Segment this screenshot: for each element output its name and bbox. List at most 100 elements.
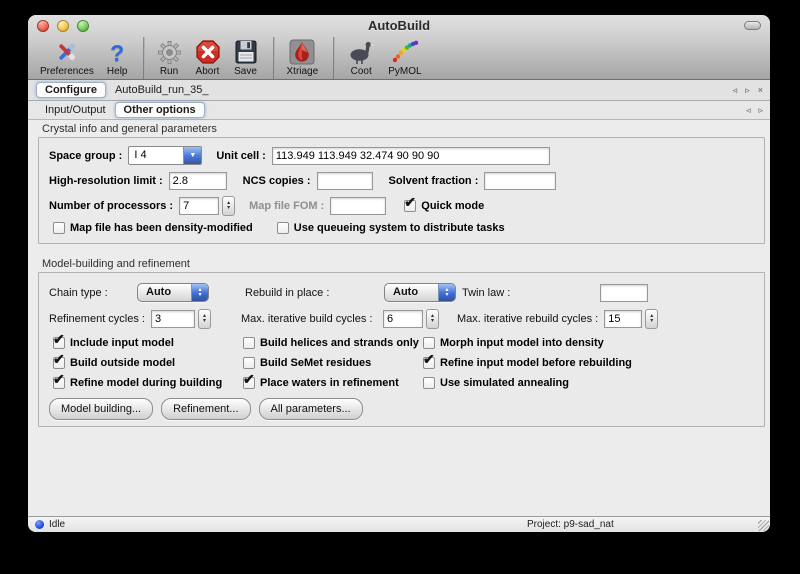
checkbox-box[interactable]: ✔ (277, 222, 289, 234)
refinement-cycles-label: Refinement cycles : (49, 313, 151, 325)
rebuild-in-place-label: Rebuild in place : (245, 287, 384, 299)
tab-input-output[interactable]: Input/Output (36, 102, 115, 118)
checkbox-box[interactable]: ✔ (53, 357, 65, 369)
abort-button[interactable]: Abort (195, 38, 221, 79)
page-forward-icon[interactable]: ▹ (758, 105, 763, 116)
rebuild-in-place-popup[interactable]: Auto ▴▾ (384, 283, 456, 302)
refinement-cycles-stepper[interactable]: ▴ ▾ (198, 309, 211, 329)
model-group-title: Model-building and refinement (42, 258, 770, 270)
map-fom-field[interactable] (330, 197, 386, 215)
chain-type-popup[interactable]: Auto ▴▾ (137, 283, 209, 302)
minimize-window-button[interactable] (57, 20, 69, 32)
checkbox-label: Refine input model before rebuilding (440, 357, 632, 369)
twin-law-field[interactable] (600, 284, 648, 302)
tab-other-options[interactable]: Other options (115, 102, 205, 118)
close-window-button[interactable] (37, 20, 49, 32)
checkbox-box[interactable]: ✔ (243, 357, 255, 369)
tab-back-icon[interactable]: ◃ (733, 85, 738, 96)
quick-mode-checkbox[interactable]: ✔ Quick mode (404, 200, 484, 212)
run-button[interactable]: Run (157, 38, 182, 79)
preferences-button[interactable]: Preferences (40, 38, 94, 79)
stepper-down-icon[interactable]: ▾ (650, 319, 653, 324)
pymol-button[interactable]: PyMOL (388, 38, 421, 79)
checkbox-box[interactable]: ✔ (423, 337, 435, 349)
space-group-combo[interactable]: I 4 ▼ (128, 146, 202, 165)
preferences-icon (54, 38, 80, 65)
toolbar-separator (143, 37, 145, 79)
unit-cell-field[interactable] (272, 147, 550, 165)
queueing-checkbox[interactable]: ✔ Use queueing system to distribute task… (277, 222, 505, 234)
run-gear-icon (157, 38, 182, 65)
build-helices-checkbox[interactable]: ✔ Build helices and strands only (243, 337, 423, 349)
refinement-button[interactable]: Refinement... (161, 398, 250, 420)
status-dot-icon (35, 520, 44, 529)
tab-autobuild-run[interactable]: AutoBuild_run_35_ (106, 82, 218, 98)
tab-configure[interactable]: Configure (36, 82, 106, 98)
popup-arrows-icon[interactable]: ▴▾ (191, 284, 208, 301)
max-rebuild-cycles-stepper[interactable]: ▴ ▾ (645, 309, 658, 329)
checkbox-box[interactable]: ✔ (243, 377, 255, 389)
resize-grip[interactable] (758, 520, 769, 531)
all-parameters-button[interactable]: All parameters... (259, 398, 363, 420)
refine-during-building-checkbox[interactable]: ✔ Refine model during building (53, 377, 243, 389)
checkbox-label: Morph input model into density (440, 337, 604, 349)
stepper-down-icon[interactable]: ▾ (203, 319, 206, 324)
unit-cell-label: Unit cell : (216, 150, 266, 162)
refine-before-rebuild-checkbox[interactable]: ✔ Refine input model before rebuilding (423, 357, 632, 369)
page-nav-controls: ◃ ▹ (746, 101, 763, 119)
checkbox-box[interactable]: ✔ (423, 357, 435, 369)
ncs-copies-label: NCS copies : (243, 175, 311, 187)
titlebar[interactable]: AutoBuild (28, 15, 770, 37)
num-processors-field[interactable] (179, 197, 219, 215)
map-fom-label: Map file FOM : (249, 200, 324, 212)
checkbox-box[interactable]: ✔ (423, 377, 435, 389)
build-outside-model-checkbox[interactable]: ✔ Build outside model (53, 357, 243, 369)
checkbox-label: Use simulated annealing (440, 377, 569, 389)
zoom-window-button[interactable] (77, 20, 89, 32)
status-bar: Idle Project: p9-sad_nat (28, 516, 770, 532)
solvent-fraction-field[interactable] (484, 172, 556, 190)
toolbar: Preferences ? Help (28, 37, 770, 79)
high-res-field[interactable] (169, 172, 227, 190)
checkbox-box[interactable]: ✔ (53, 337, 65, 349)
checkbox-box[interactable]: ✔ (53, 377, 65, 389)
queueing-label: Use queueing system to distribute tasks (294, 222, 505, 234)
popup-arrows-icon[interactable]: ▴▾ (438, 284, 455, 301)
toolbar-item-label: Abort (196, 66, 220, 77)
traffic-lights (37, 20, 89, 32)
density-modified-checkbox[interactable]: ✔ Map file has been density-modified (53, 222, 253, 234)
build-semet-checkbox[interactable]: ✔ Build SeMet residues (243, 357, 423, 369)
page-tab-bar: Input/Output Other options ◃ ▹ (28, 101, 770, 120)
refinement-cycles-field[interactable] (151, 310, 195, 328)
ncs-copies-field[interactable] (317, 172, 373, 190)
crystal-group-title: Crystal info and general parameters (42, 123, 770, 135)
num-processors-stepper[interactable]: ▴ ▾ (222, 196, 235, 216)
save-button[interactable]: Save (234, 38, 258, 79)
help-button[interactable]: ? Help (107, 38, 128, 79)
checkbox-box[interactable]: ✔ (404, 200, 416, 212)
stepper-down-icon[interactable]: ▾ (431, 319, 434, 324)
checkbox-label: Refine model during building (70, 377, 222, 389)
simulated-annealing-checkbox[interactable]: ✔ Use simulated annealing (423, 377, 569, 389)
tab-forward-icon[interactable]: ▹ (745, 85, 750, 96)
morph-model-checkbox[interactable]: ✔ Morph input model into density (423, 337, 604, 349)
toolbar-toggle-button[interactable] (744, 21, 761, 30)
model-building-button[interactable]: Model building... (49, 398, 153, 420)
stepper-down-icon[interactable]: ▾ (227, 206, 230, 211)
include-input-model-checkbox[interactable]: ✔ Include input model (53, 337, 243, 349)
checkbox-label: Build SeMet residues (260, 357, 371, 369)
options-panel: Crystal info and general parameters Spac… (28, 123, 770, 519)
chevron-down-icon[interactable]: ▼ (183, 147, 201, 164)
xtriage-button[interactable]: Xtriage (287, 38, 319, 79)
max-build-cycles-label: Max. iterative build cycles : (241, 313, 383, 325)
checkbox-box[interactable]: ✔ (53, 222, 65, 234)
max-build-cycles-field[interactable] (383, 310, 423, 328)
max-rebuild-cycles-field[interactable] (604, 310, 642, 328)
tab-close-icon[interactable]: × (758, 85, 763, 95)
abort-icon (195, 38, 221, 65)
checkbox-box[interactable]: ✔ (243, 337, 255, 349)
coot-button[interactable]: Coot (347, 38, 375, 79)
page-back-icon[interactable]: ◃ (746, 105, 751, 116)
max-build-cycles-stepper[interactable]: ▴ ▾ (426, 309, 439, 329)
place-waters-checkbox[interactable]: ✔ Place waters in refinement (243, 377, 423, 389)
